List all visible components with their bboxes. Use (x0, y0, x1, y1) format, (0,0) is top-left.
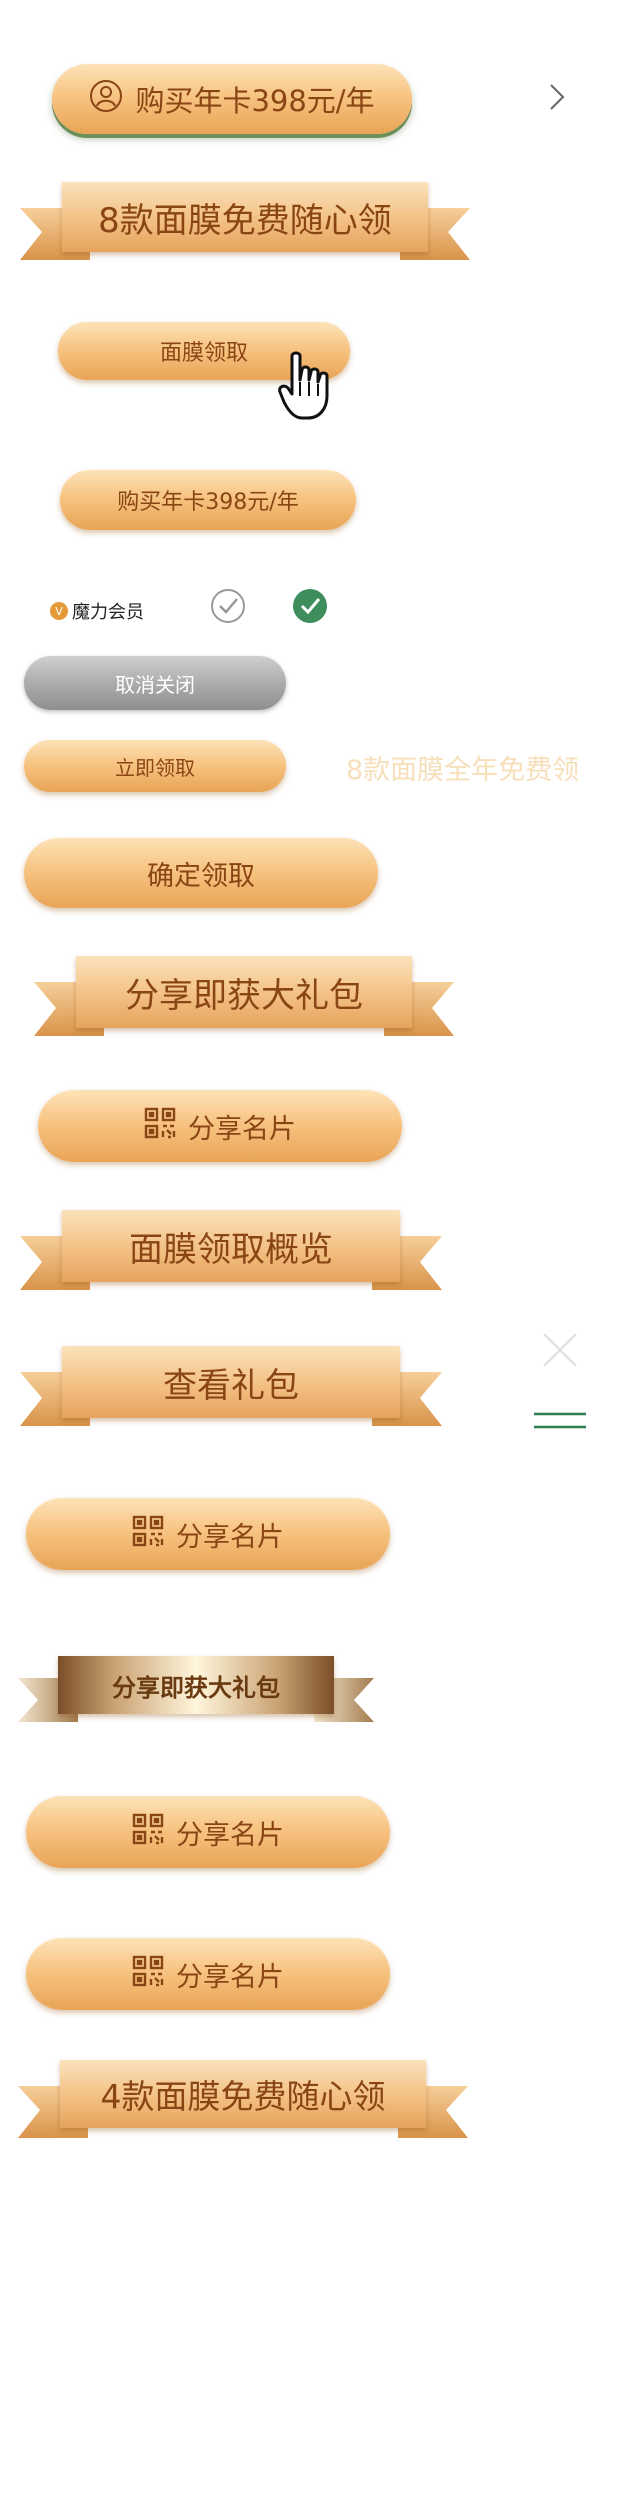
member-label: 魔力会员 (72, 602, 144, 623)
ribbon-free-masks-8: 8款面膜免费随心领 (20, 182, 470, 268)
qr-code-icon (132, 1955, 164, 1994)
ribbon-band: 8款面膜免费随心领 (62, 182, 428, 252)
ribbon-view-gift: 查看礼包 (20, 1346, 442, 1436)
member-tag: V 魔力会员 (50, 598, 144, 624)
faded-promo-text: 8款面膜全年免费领 (346, 755, 580, 786)
cancel-close-label: 取消关闭 (115, 672, 195, 697)
qr-code-icon (144, 1107, 176, 1146)
ribbon-band: 面膜领取概览 (62, 1210, 400, 1282)
qr-code-icon (132, 1515, 164, 1554)
share-card-button[interactable]: 分享名片 (38, 1090, 402, 1162)
menu-icon[interactable] (532, 1410, 588, 1436)
ribbon-band: 分享即获大礼包 (58, 1656, 334, 1714)
hand-pointer-icon (278, 350, 350, 428)
buy-card-button[interactable]: 购买年卡398元/年 (52, 64, 412, 134)
buy-card-button-small[interactable]: 购买年卡398元/年 (60, 470, 356, 530)
ribbon-label: 查看礼包 (163, 1365, 299, 1406)
ribbon-band: 分享即获大礼包 (76, 956, 412, 1028)
check-outline-icon[interactable] (210, 588, 246, 628)
claim-now-label: 立即领取 (115, 755, 195, 780)
mask-claim-label: 面膜领取 (159, 341, 248, 366)
chevron-right-icon[interactable] (548, 82, 566, 116)
member-badge-icon: V (50, 602, 68, 620)
ribbon-mask-overview: 面膜领取概览 (20, 1210, 442, 1300)
user-circle-icon (89, 79, 123, 120)
share-card-label: 分享名片 (176, 1521, 284, 1553)
cancel-close-button[interactable]: 取消关闭 (24, 656, 286, 710)
share-card-button[interactable]: 分享名片 (26, 1498, 390, 1570)
ribbon-label: 面膜领取概览 (129, 1229, 333, 1270)
ribbon-label: 8款面膜免费随心领 (98, 200, 392, 241)
ribbon-band: 4款面膜免费随心领 (60, 2060, 426, 2128)
share-card-label: 分享名片 (176, 1961, 284, 1993)
close-icon[interactable] (540, 1330, 580, 1374)
ribbon-label: 分享即获大礼包 (112, 1673, 280, 1702)
share-card-button[interactable]: 分享名片 (26, 1938, 390, 2010)
confirm-claim-button[interactable]: 确定领取 (24, 838, 378, 908)
confirm-claim-label: 确定领取 (147, 860, 255, 892)
ribbon-share-gift-dark: 分享即获大礼包 (18, 1656, 374, 1732)
share-card-button[interactable]: 分享名片 (26, 1796, 390, 1868)
qr-code-icon (132, 1813, 164, 1852)
buy-card-label: 购买年卡398元/年 (135, 84, 375, 118)
share-card-label: 分享名片 (176, 1819, 284, 1851)
ribbon-label: 4款面膜免费随心领 (100, 2077, 386, 2116)
share-card-label: 分享名片 (188, 1113, 296, 1145)
ribbon-label: 分享即获大礼包 (125, 975, 363, 1016)
claim-now-button[interactable]: 立即领取 (24, 740, 286, 792)
buy-card-small-label: 购买年卡398元/年 (117, 490, 299, 515)
ribbon-share-gift-1: 分享即获大礼包 (34, 956, 454, 1046)
ribbon-band: 查看礼包 (62, 1346, 400, 1418)
check-filled-icon[interactable] (292, 588, 328, 628)
ribbon-free-masks-4: 4款面膜免费随心领 (18, 2060, 468, 2146)
